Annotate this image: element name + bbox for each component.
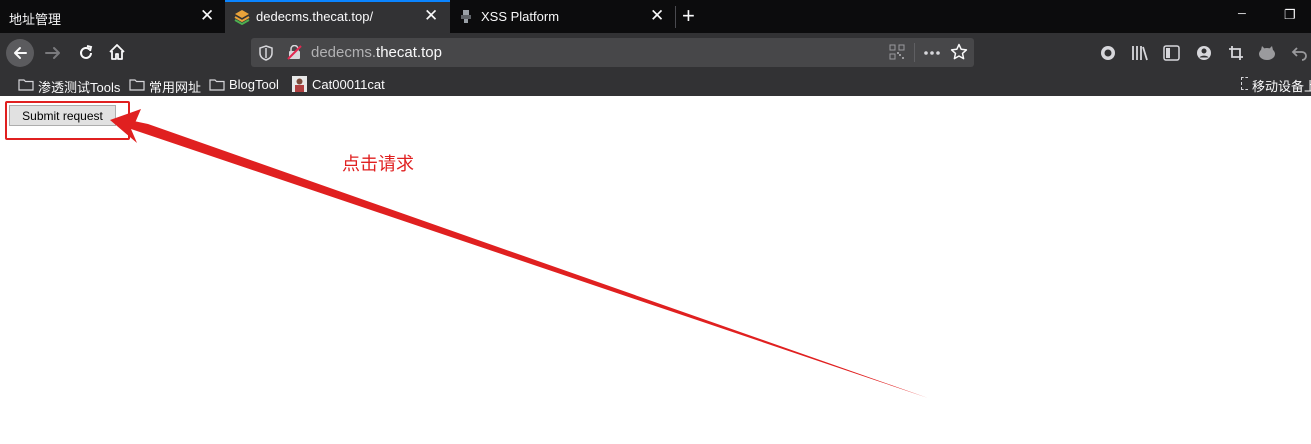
folder-icon — [209, 78, 225, 94]
tab-label: 地址管理 — [9, 12, 62, 27]
undo-icon[interactable] — [1291, 45, 1307, 66]
url-bar[interactable]: dedecms.thecat.top — [251, 38, 974, 67]
bookmark-label: Cat00011cat — [312, 77, 385, 92]
xss-favicon-icon — [459, 9, 473, 26]
url-text[interactable]: dedecms.thecat.top — [311, 44, 442, 61]
minimize-button[interactable]: ─ — [1238, 8, 1246, 20]
new-tab-button[interactable]: + — [682, 3, 695, 29]
sidebar-icon[interactable] — [1163, 45, 1180, 66]
navigation-toolbar: dedecms.thecat.top — [0, 33, 1311, 73]
close-tab-icon[interactable]: ✕ — [200, 6, 214, 26]
account-icon[interactable] — [1196, 45, 1212, 66]
library-icon[interactable] — [1131, 44, 1149, 67]
mobile-bookmarks-icon — [1241, 77, 1248, 90]
bookmark-label: 常用网址 — [149, 80, 202, 95]
tab-dedecms[interactable]: dedecms.thecat.top/ ✕ — [225, 0, 450, 33]
tab-xss-platform[interactable]: XSS Platform ✕ — [450, 0, 675, 33]
tab-address-management[interactable]: 地址管理 ✕ — [0, 0, 225, 33]
close-tab-icon[interactable]: ✕ — [424, 6, 438, 26]
qr-code-icon[interactable] — [889, 44, 905, 65]
avatar-icon — [292, 76, 307, 95]
folder-icon — [129, 78, 145, 94]
restore-button[interactable]: ❐ — [1284, 7, 1296, 23]
extension-cat-icon[interactable] — [1258, 45, 1276, 66]
tab-separator — [675, 6, 676, 28]
page-content: Submit request 点击请求 — [0, 96, 1311, 444]
site-favicon-icon — [234, 9, 250, 28]
annotation-arrow — [110, 109, 928, 398]
back-button[interactable] — [5, 38, 35, 73]
extension-record-icon[interactable] — [1100, 45, 1116, 66]
tab-strip: 地址管理 ✕ dedecms.thecat.top/ ✕ XSS Platfor… — [0, 0, 1311, 33]
mobile-bookmarks-folder[interactable]: 移动设备上 — [1252, 76, 1311, 95]
bookmarks-toolbar: 渗透测试Tools 常用网址 BlogTool Cat00011cat 移动设备… — [0, 73, 1311, 97]
page-actions-icon[interactable] — [923, 46, 941, 65]
reload-button[interactable] — [77, 44, 95, 67]
bookmark-label: 渗透测试Tools — [38, 80, 121, 95]
home-button[interactable] — [108, 43, 126, 66]
urlbar-separator — [914, 43, 915, 62]
bookmark-label: BlogTool — [229, 77, 279, 92]
shield-icon[interactable] — [259, 45, 273, 66]
tab-label: dedecms.thecat.top/ — [256, 9, 374, 24]
crop-icon[interactable] — [1228, 45, 1244, 66]
close-tab-icon[interactable]: ✕ — [650, 6, 664, 26]
tab-label: XSS Platform — [481, 9, 560, 24]
url-host: thecat.top — [376, 44, 442, 61]
forward-button[interactable] — [44, 44, 62, 67]
bookmark-star-icon[interactable] — [950, 43, 968, 66]
folder-icon — [18, 78, 34, 94]
insecure-connection-icon[interactable] — [287, 44, 302, 65]
url-prefix: dedecms. — [311, 44, 377, 61]
